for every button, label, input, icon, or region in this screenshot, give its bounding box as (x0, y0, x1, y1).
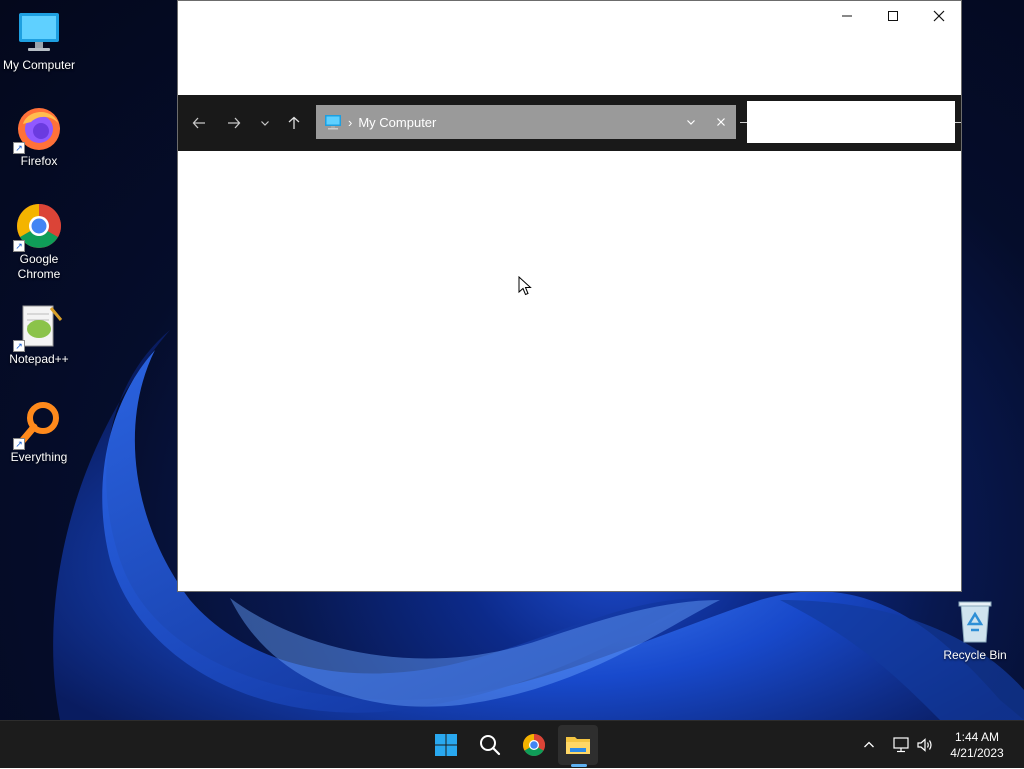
maximize-icon (888, 11, 898, 21)
volume-icon (917, 738, 932, 752)
desktop-icon-firefox[interactable]: ↗ Firefox (2, 104, 76, 169)
chrome-icon: ↗ (13, 202, 63, 252)
start-button[interactable] (426, 725, 466, 765)
desktop-icon-label: Google Chrome (17, 252, 61, 281)
file-explorer-window[interactable]: › My Computer (177, 0, 962, 592)
close-icon (717, 118, 725, 126)
desktop: My Computer ↗ Firefox ↗ Google Chrome ↗ … (0, 0, 1024, 720)
search-input[interactable] (747, 101, 955, 143)
close-icon (933, 10, 945, 22)
desktop-icon-chrome[interactable]: ↗ Google Chrome (2, 202, 76, 282)
chevron-down-icon (261, 121, 269, 126)
network-icon (893, 737, 909, 753)
clock-date: 4/21/2023 (950, 746, 1004, 760)
shortcut-arrow-icon: ↗ (13, 142, 25, 154)
desktop-icon-label: Everything (10, 450, 68, 464)
desktop-icon-everything[interactable]: ↗ Everything (2, 400, 76, 465)
maximize-button[interactable] (870, 1, 916, 31)
desktop-icon-my-computer[interactable]: My Computer (2, 8, 76, 73)
network-button[interactable] (890, 721, 912, 769)
chrome-icon (523, 734, 545, 756)
close-button[interactable] (916, 1, 962, 31)
active-app-indicator (571, 764, 587, 767)
divider (955, 122, 961, 123)
search-icon (480, 735, 501, 756)
volume-button[interactable] (914, 721, 936, 769)
breadcrumb-separator-icon: › (348, 114, 353, 130)
start-icon (435, 734, 457, 756)
taskbar-search-button[interactable] (470, 725, 510, 765)
forward-arrow-icon (228, 117, 241, 129)
desktop-icon-label: Notepad++ (9, 352, 69, 366)
minimize-icon (842, 15, 852, 17)
everything-search-icon: ↗ (13, 400, 63, 450)
file-list-area[interactable] (178, 151, 961, 591)
taskbar: 1:44 AM 4/21/2023 (0, 720, 1024, 768)
notepad-plus-plus-icon: ↗ (13, 302, 63, 352)
address-clear-button[interactable] (716, 105, 726, 139)
divider (740, 122, 747, 123)
recycle-bin-icon (951, 598, 999, 646)
computer-icon (325, 115, 341, 130)
up-arrow-icon (288, 116, 300, 129)
chevron-up-icon (864, 741, 874, 748)
navigation-bar: › My Computer (178, 95, 961, 151)
chevron-down-icon (687, 120, 695, 125)
up-button[interactable] (280, 109, 308, 137)
back-arrow-icon (192, 117, 205, 129)
taskbar-chrome-button[interactable] (514, 725, 554, 765)
system-clock[interactable]: 1:44 AM 4/21/2023 (938, 729, 1016, 761)
computer-icon (15, 8, 63, 56)
clock-time: 1:44 AM (954, 730, 1000, 744)
shortcut-arrow-icon: ↗ (13, 240, 25, 252)
forward-button[interactable] (220, 109, 248, 137)
shortcut-arrow-icon: ↗ (13, 438, 25, 450)
minimize-button[interactable] (824, 1, 870, 31)
recent-locations-button[interactable] (251, 109, 279, 137)
title-bar[interactable] (178, 1, 961, 31)
file-explorer-icon (566, 737, 590, 754)
shortcut-arrow-icon: ↗ (13, 340, 25, 352)
address-history-dropdown[interactable] (686, 105, 696, 139)
desktop-icon-label: My Computer (2, 58, 76, 72)
address-bar[interactable]: › My Computer (316, 105, 736, 139)
firefox-icon: ↗ (13, 104, 63, 154)
desktop-icon-label: Recycle Bin (943, 648, 1007, 662)
taskbar-file-explorer-button[interactable] (558, 725, 598, 765)
desktop-icon-label: Firefox (20, 154, 58, 168)
desktop-icon-notepad-plus-plus[interactable]: ↗ Notepad++ (2, 302, 76, 367)
back-button[interactable] (185, 109, 213, 137)
address-location[interactable]: My Computer (358, 115, 436, 130)
mouse-cursor-icon (518, 276, 532, 296)
desktop-icon-recycle-bin[interactable]: Recycle Bin (940, 598, 1010, 663)
show-hidden-icons-button[interactable] (858, 721, 880, 769)
